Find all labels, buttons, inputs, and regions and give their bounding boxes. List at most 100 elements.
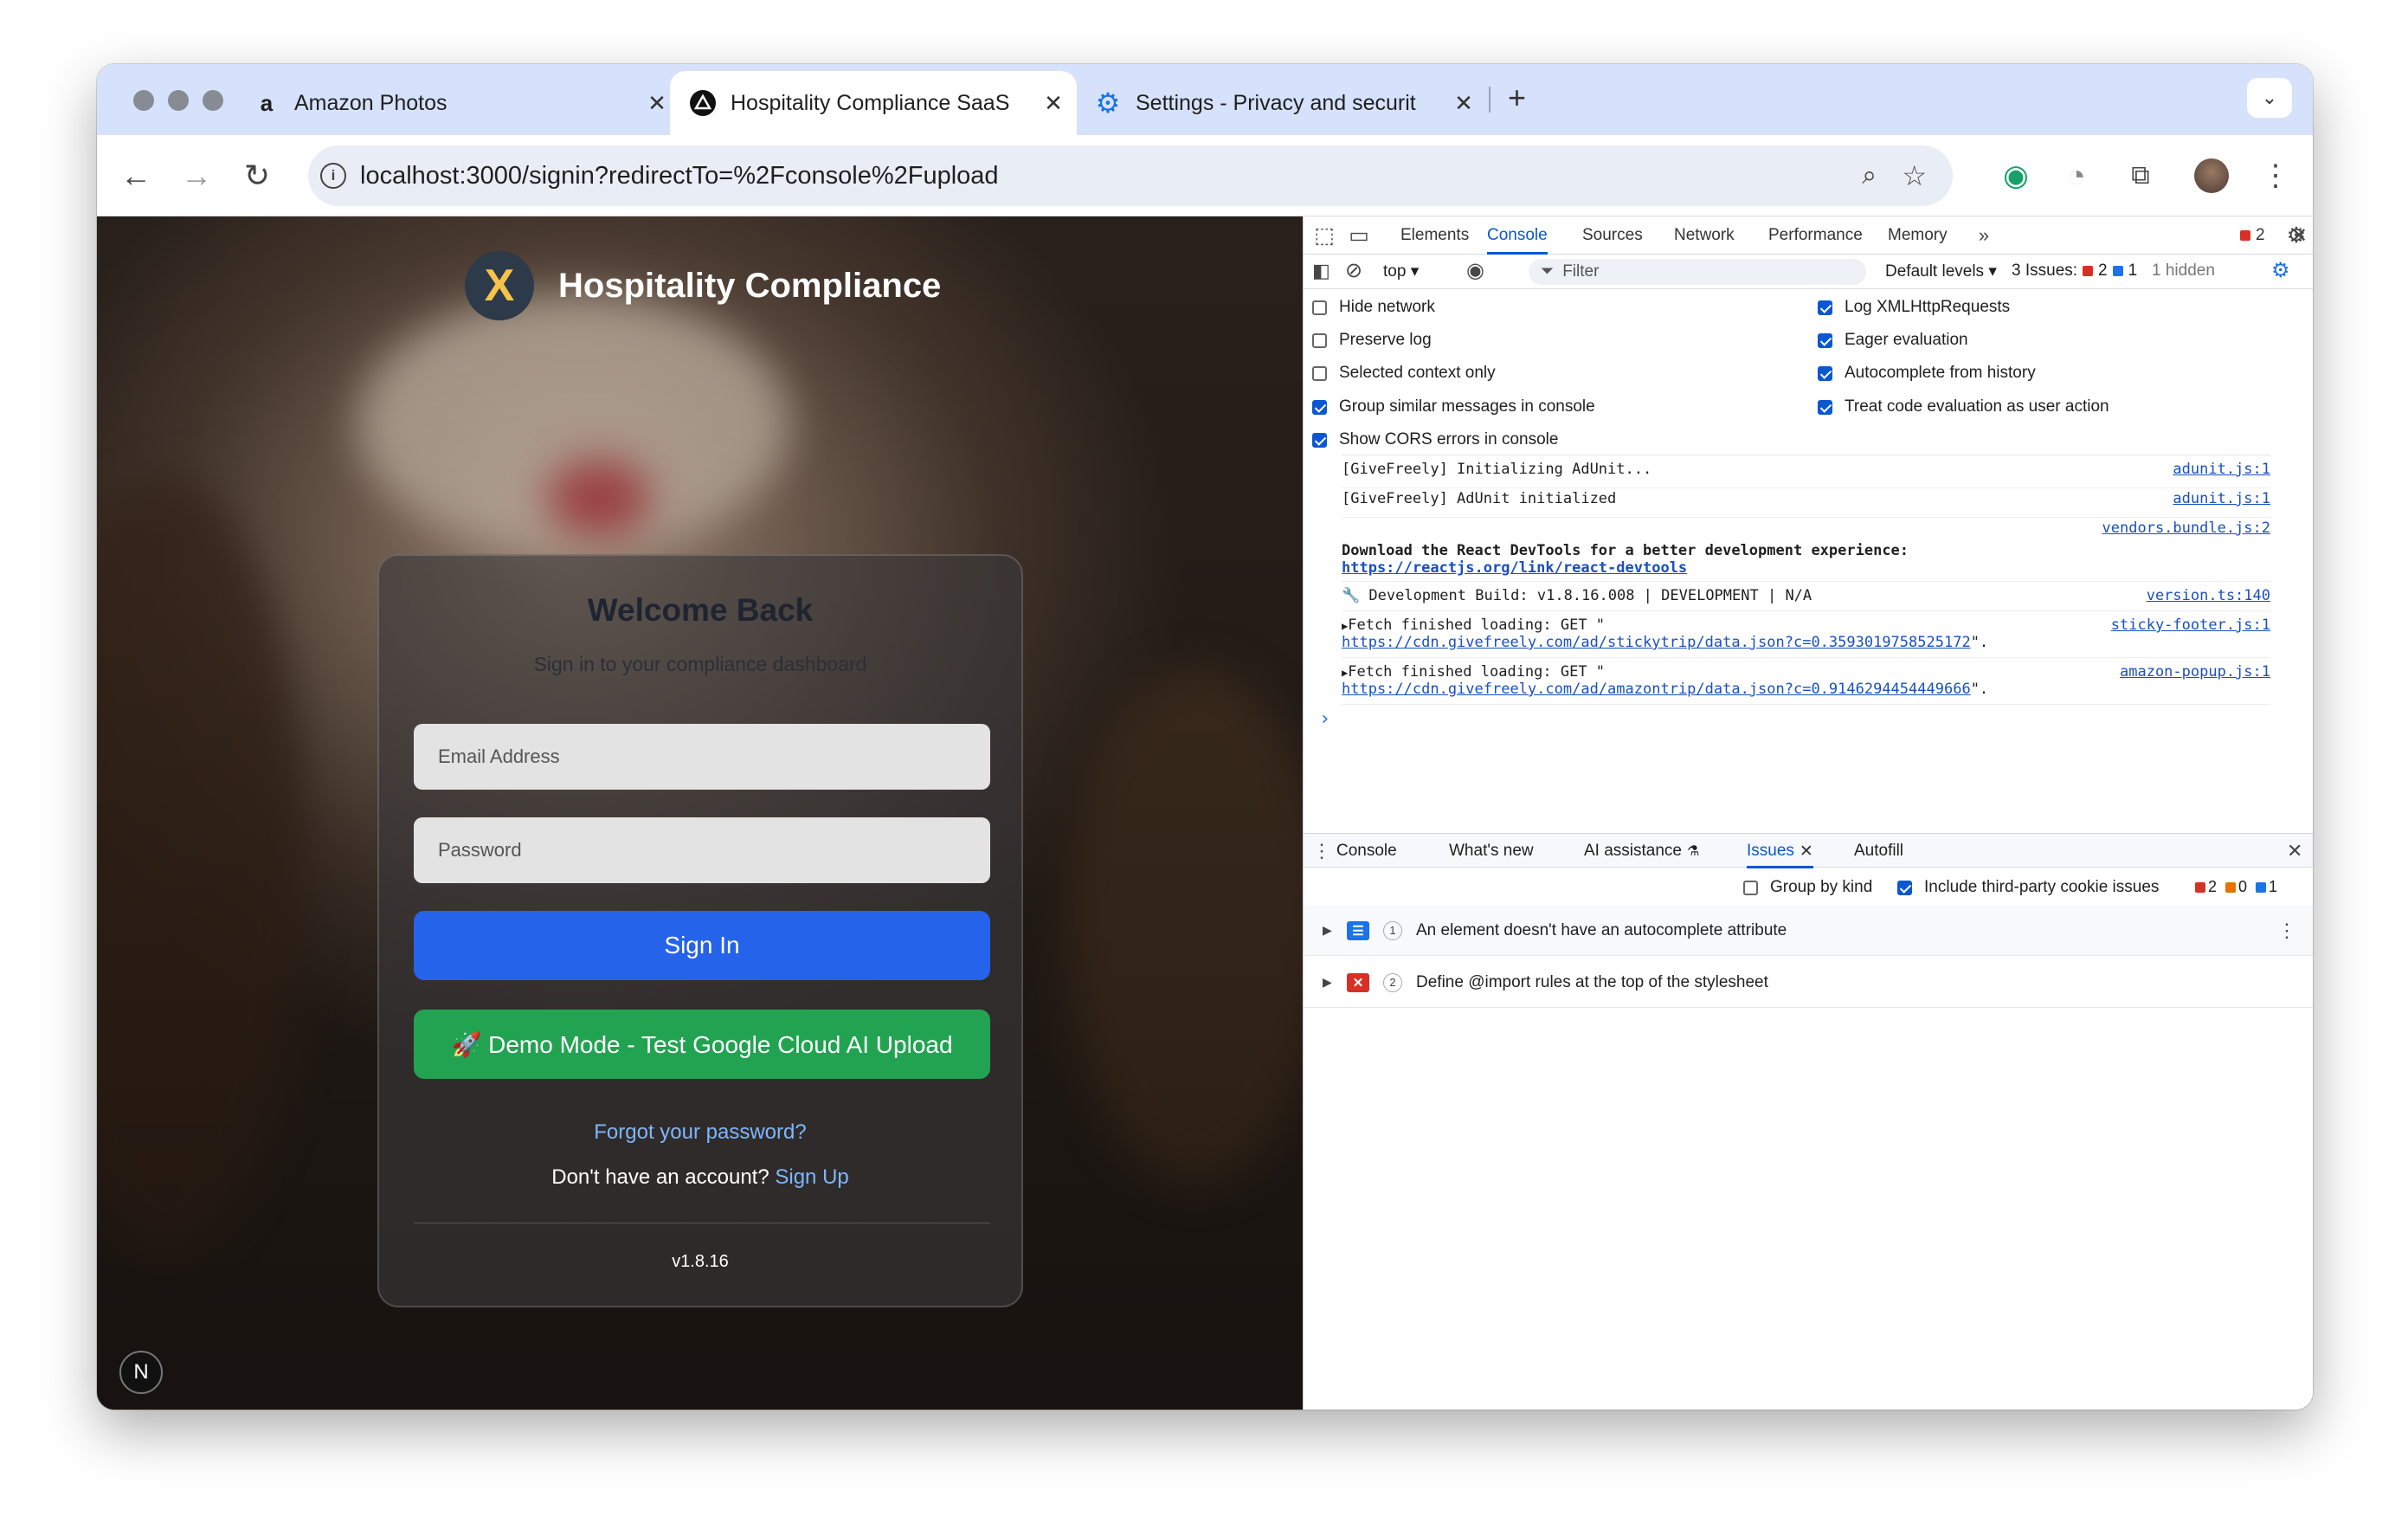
password-field[interactable]	[414, 817, 990, 883]
email-field[interactable]	[414, 724, 990, 790]
log-link[interactable]: https://reactjs.org/link/react-devtools	[1342, 559, 1687, 577]
tab-sources[interactable]: Sources	[1582, 216, 1643, 255]
close-tab-icon[interactable]: ✕	[1452, 90, 1475, 117]
drawer-menu-icon[interactable]: ⋮	[1312, 834, 1331, 868]
issues-counter[interactable]: 3 Issues: 2 1	[2012, 261, 2137, 281]
drawer-tab-issues[interactable]: Issues ✕	[1747, 834, 1813, 868]
checkbox[interactable]	[1743, 880, 1758, 895]
minimize-window-button[interactable]	[168, 90, 189, 111]
checkbox[interactable]	[1312, 399, 1327, 415]
autocomplete-history-option[interactable]: Autocomplete from history	[1818, 364, 2036, 383]
log-link[interactable]: https://cdn.givefreely.com/ad/stickytrip…	[1342, 634, 1971, 651]
checkbox[interactable]	[1818, 300, 1832, 315]
maximize-window-button[interactable]	[203, 90, 223, 111]
reload-icon[interactable]: ↻	[235, 154, 279, 197]
log-source-link[interactable]: amazon-popup.js:1	[2120, 663, 2270, 681]
log-source-link[interactable]: sticky-footer.js:1	[2111, 616, 2270, 634]
log-link[interactable]: https://cdn.givefreely.com/ad/amazontrip…	[1342, 681, 1971, 698]
close-drawer-icon[interactable]: ✕	[2287, 834, 2302, 868]
extension-icon[interactable]: ◔	[2055, 154, 2098, 197]
issue-row[interactable]: ▶ ✕ 2 Define @import rules at the top of…	[1304, 958, 2313, 1008]
console-prompt[interactable]: ›	[1319, 708, 1330, 730]
issue-text: Define @import rules at the top of the s…	[1416, 972, 1768, 991]
log-xhr-option[interactable]: Log XMLHttpRequests	[1818, 298, 2010, 317]
devtools-close-icon[interactable]: ✕	[2287, 216, 2311, 255]
nextjs-dev-badge[interactable]: N	[119, 1351, 163, 1394]
drawer-tabbar: ⋮ Console What's new AI assistance ⚗ Issu…	[1304, 833, 2313, 868]
clear-console-icon[interactable]: ⊘	[1345, 258, 1362, 283]
tab-console[interactable]: Console	[1487, 216, 1548, 255]
new-tab-button[interactable]: +	[1508, 80, 1526, 116]
error-count-badge[interactable]: 2	[2240, 216, 2265, 255]
tab-elements[interactable]: Elements	[1400, 216, 1469, 255]
close-tab-icon[interactable]: ✕	[1042, 90, 1065, 117]
tab-settings[interactable]: ⚙ Settings - Privacy and securit ✕	[1094, 71, 1475, 135]
inspect-element-icon[interactable]: ⬚	[1309, 216, 1340, 255]
site-info-icon[interactable]: i	[320, 163, 346, 189]
log-source-link[interactable]: adunit.js:1	[2173, 490, 2270, 507]
checkbox[interactable]	[1312, 365, 1327, 381]
close-window-button[interactable]	[133, 90, 154, 111]
bookmark-star-icon[interactable]: ☆	[1902, 159, 1927, 192]
back-icon[interactable]: ←	[114, 154, 158, 197]
third-party-cookie-option[interactable]: Include third-party cookie issues	[1897, 878, 2159, 897]
issue-menu-icon[interactable]: ⋮	[2277, 920, 2296, 942]
forward-icon[interactable]: →	[175, 154, 218, 197]
log-source-link[interactable]: vendors.bundle.js:2	[2102, 520, 2270, 537]
nextjs-icon	[689, 89, 717, 117]
checkbox[interactable]	[1818, 365, 1832, 381]
tab-amazon-photos[interactable]: a Amazon Photos ✕	[253, 71, 668, 135]
expand-triangle-icon[interactable]: ▶	[1323, 975, 1335, 990]
issue-row[interactable]: ▶ ☰ 1 An element doesn't have an autocom…	[1304, 906, 2313, 956]
eager-evaluation-option[interactable]: Eager evaluation	[1818, 331, 1968, 350]
signin-button[interactable]: Sign In	[414, 911, 990, 980]
log-entry[interactable]: ▶Fetch finished loading: GET " https://c…	[1342, 613, 2270, 658]
drawer-tab-ai-assistance[interactable]: AI assistance ⚗	[1584, 834, 1699, 868]
log-suffix: ".	[1970, 681, 1989, 698]
checkbox[interactable]	[1897, 880, 1912, 895]
preserve-log-option[interactable]: Preserve log	[1312, 331, 1432, 350]
tab-search-chevron-icon[interactable]: ⌄	[2247, 78, 2292, 118]
log-source-link[interactable]: adunit.js:1	[2173, 461, 2270, 478]
selected-context-option[interactable]: Selected context only	[1312, 364, 1496, 383]
checkbox[interactable]	[1818, 399, 1832, 415]
close-tab-icon[interactable]: ✕	[646, 90, 668, 117]
signup-link[interactable]: Sign Up	[775, 1165, 848, 1189]
demo-mode-button[interactable]: 🚀 Demo Mode - Test Google Cloud AI Uploa…	[414, 1010, 990, 1079]
treat-evaluation-option[interactable]: Treat code evaluation as user action	[1818, 397, 2109, 416]
avatar[interactable]	[2190, 154, 2233, 197]
log-entry[interactable]: ▶Fetch finished loading: GET " https://c…	[1342, 660, 2270, 705]
expand-triangle-icon[interactable]: ▶	[1323, 923, 1335, 938]
close-drawer-tab-icon[interactable]: ✕	[1800, 842, 1813, 862]
sidebar-toggle-icon[interactable]: ◧	[1312, 260, 1330, 282]
zoom-icon[interactable]: ⌕	[1862, 161, 1877, 190]
console-settings-gear-icon[interactable]: ⚙	[2271, 258, 2290, 283]
checkbox[interactable]	[1312, 300, 1327, 315]
forgot-password-link[interactable]: Forgot your password?	[379, 1120, 1021, 1145]
checkbox[interactable]	[1312, 432, 1327, 448]
tab-performance[interactable]: Performance	[1768, 216, 1863, 255]
context-selector[interactable]: top ▾	[1383, 261, 1419, 281]
browser-menu-icon[interactable]: ⋮	[2254, 154, 2297, 197]
console-filter-input[interactable]: ⏷ Filter	[1529, 259, 1866, 285]
drawer-tab-console[interactable]: Console	[1336, 834, 1397, 868]
group-similar-option[interactable]: Group similar messages in console	[1312, 397, 1595, 416]
tab-network[interactable]: Network	[1674, 216, 1735, 255]
hide-network-option[interactable]: Hide network	[1312, 298, 1435, 317]
checkbox[interactable]	[1312, 332, 1327, 348]
more-tabs-icon[interactable]: »	[1972, 216, 1996, 255]
group-by-kind-option[interactable]: Group by kind	[1743, 878, 1872, 897]
log-levels-dropdown[interactable]: Default levels ▾	[1885, 261, 1997, 281]
tab-memory[interactable]: Memory	[1888, 216, 1948, 255]
checkbox[interactable]	[1818, 332, 1832, 348]
drawer-tab-autofill[interactable]: Autofill	[1854, 834, 1903, 868]
drawer-tab-whats-new[interactable]: What's new	[1449, 834, 1534, 868]
grammarly-icon[interactable]: ◉	[1994, 154, 2038, 197]
live-expression-eye-icon[interactable]: ◉	[1466, 258, 1484, 283]
address-bar[interactable]: i localhost:3000/signin?redirectTo=%2Fco…	[308, 145, 1953, 206]
extensions-puzzle-icon[interactable]: ⧉	[2119, 154, 2162, 197]
log-source-link[interactable]: version.ts:140	[2147, 587, 2270, 604]
tab-hospitality-compliance[interactable]: Hospitality Compliance SaaS ✕	[670, 71, 1077, 135]
show-cors-option[interactable]: Show CORS errors in console	[1312, 430, 1558, 449]
device-toolbar-icon[interactable]: ▭	[1343, 216, 1375, 255]
